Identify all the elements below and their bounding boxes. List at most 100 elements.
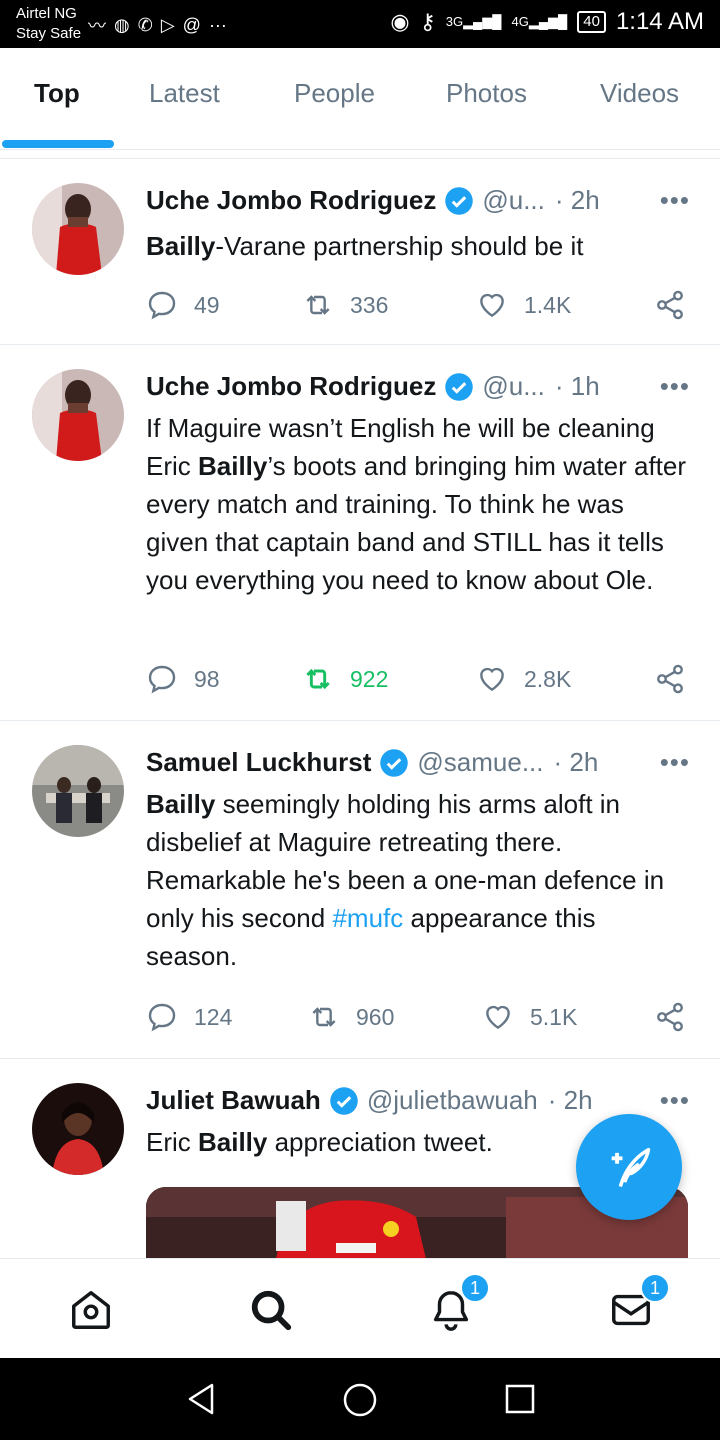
like-button[interactable]: 5.1K	[482, 1001, 577, 1033]
avatar[interactable]	[32, 745, 124, 837]
bold-term: Bailly	[146, 789, 216, 819]
display-name[interactable]: Uche Jombo Rodriguez	[146, 371, 436, 402]
battery-icon: 40	[577, 11, 606, 33]
bottom-navigation: 1 1	[0, 1258, 720, 1358]
avatar[interactable]	[32, 183, 124, 275]
tweet-time[interactable]: · 2h	[555, 185, 600, 216]
display-name[interactable]: Uche Jombo Rodriguez	[146, 185, 436, 216]
compose-feather-icon	[611, 1147, 651, 1187]
carrier-message: Stay Safe	[16, 25, 82, 42]
tweet-header: Uche Jombo Rodriguez @u... · 2h •••	[146, 185, 690, 216]
signal-4g-icon: 4G▂▄▆█	[511, 14, 568, 29]
play-store-icon: ▷	[160, 14, 175, 35]
recents-icon[interactable]	[504, 1383, 536, 1415]
tweet[interactable]: Samuel Luckhurst @samue... · 2h ••• Bail…	[0, 720, 720, 1058]
retweet-icon	[306, 295, 330, 315]
home-icon	[72, 1291, 110, 1329]
nav-home[interactable]	[68, 1287, 114, 1333]
like-button[interactable]: 1.4K	[476, 289, 571, 321]
user-handle[interactable]: @u...	[482, 185, 545, 216]
display-name[interactable]: Juliet Bawuah	[146, 1085, 321, 1116]
share-icon	[657, 290, 683, 320]
reply-button[interactable]: 124	[146, 1001, 232, 1033]
more-options-icon[interactable]: •••	[660, 1085, 690, 1116]
carrier-name: Airtel NG	[16, 5, 77, 22]
tab-latest[interactable]: Latest	[149, 78, 220, 109]
tweet-time[interactable]: · 1h	[555, 371, 600, 402]
display-name[interactable]: Samuel Luckhurst	[146, 747, 371, 778]
heart-icon	[480, 293, 504, 318]
avatar[interactable]	[32, 1083, 124, 1175]
nav-notifications[interactable]: 1	[428, 1273, 490, 1333]
share-button[interactable]	[654, 289, 686, 321]
clock: 1:14 AM	[615, 8, 704, 35]
like-button[interactable]: 2.8K	[476, 663, 571, 695]
retweet-icon	[306, 668, 330, 690]
key-icon: ⚷	[419, 9, 436, 34]
tab-top[interactable]: Top	[34, 78, 80, 109]
carrier-info: Airtel NG Stay Safe	[16, 4, 81, 44]
verified-badge-icon	[380, 748, 409, 777]
app-icon: ◍	[114, 14, 130, 35]
retweet-button[interactable]: 336	[302, 289, 388, 321]
retweet-icon	[312, 1007, 336, 1027]
home-circle-icon[interactable]	[342, 1382, 378, 1418]
more-options-icon[interactable]: •••	[660, 371, 690, 402]
retweet-count: 922	[350, 665, 389, 692]
avatar[interactable]	[32, 369, 124, 461]
user-handle[interactable]: @u...	[482, 371, 545, 402]
at-icon: @	[182, 14, 201, 35]
share-icon	[657, 1002, 683, 1032]
more-options-icon[interactable]: •••	[660, 185, 690, 216]
tweet[interactable]: Uche Jombo Rodriguez @u... · 2h ••• Bail…	[0, 158, 720, 344]
notification-icons: 〰 ◍ ✆ ▷ @ ···	[88, 12, 227, 38]
tweet-feed[interactable]: Uche Jombo Rodriguez @u... · 2h ••• Bail…	[0, 150, 720, 1258]
tab-photos[interactable]: Photos	[446, 78, 527, 109]
hashtag-link[interactable]: #mufc	[332, 903, 403, 933]
user-handle[interactable]: @samue...	[417, 747, 543, 778]
reply-count: 124	[194, 1003, 233, 1030]
more-options-icon[interactable]: •••	[660, 747, 690, 778]
share-button[interactable]	[654, 1001, 686, 1033]
messages-badge: 1	[640, 1273, 670, 1303]
tab-people[interactable]: People	[294, 78, 375, 109]
tweet-actions: 98 922 2.8K	[146, 663, 692, 703]
retweet-count: 960	[356, 1003, 395, 1030]
activity-icon: 〰	[88, 16, 106, 36]
nav-messages[interactable]: 1	[608, 1273, 670, 1333]
status-bar: Airtel NG Stay Safe 〰 ◍ ✆ ▷ @ ··· ◉ ⚷ 3G…	[0, 0, 720, 48]
tweet-header: Samuel Luckhurst @samue... · 2h •••	[146, 747, 690, 778]
retweet-button[interactable]: 960	[308, 1001, 394, 1033]
reply-icon	[148, 291, 176, 320]
bold-term: Bailly	[198, 1127, 268, 1157]
like-count: 5.1K	[530, 1003, 578, 1030]
eye-icon: ◉	[390, 9, 410, 34]
compose-tweet-button[interactable]	[576, 1114, 682, 1220]
bold-term: Bailly	[198, 451, 268, 481]
system-navigation-bar	[0, 1358, 720, 1440]
system-status: ◉ ⚷ 3G▂▄▆█ 4G▂▄▆█ 40 1:14 AM	[390, 8, 704, 36]
tweet-time[interactable]: · 2h	[548, 1085, 593, 1116]
tweet-header: Uche Jombo Rodriguez @u... · 1h •••	[146, 371, 690, 402]
verified-badge-icon	[330, 1086, 358, 1115]
notifications-badge: 1	[460, 1273, 490, 1303]
reply-button[interactable]: 98	[146, 663, 220, 695]
reply-button[interactable]: 49	[146, 289, 220, 321]
retweet-count: 336	[350, 291, 389, 318]
user-handle[interactable]: @julietbawuah	[367, 1085, 538, 1116]
tab-videos[interactable]: Videos	[600, 78, 679, 109]
reply-count: 49	[194, 291, 220, 318]
bold-term: Bailly	[146, 231, 216, 261]
back-icon[interactable]	[184, 1382, 218, 1416]
tweet-header: Juliet Bawuah @julietbawuah · 2h •••	[146, 1085, 690, 1116]
reply-icon	[148, 665, 176, 694]
retweet-button[interactable]: 922	[302, 663, 388, 695]
verified-badge-icon	[445, 372, 474, 401]
share-button[interactable]	[654, 663, 686, 695]
tweet-time[interactable]: · 2h	[554, 747, 599, 778]
heart-icon	[486, 1005, 510, 1030]
nav-search[interactable]	[248, 1287, 294, 1333]
tweet-actions: 124 960 5.1K	[146, 1001, 692, 1041]
tweet[interactable]: Uche Jombo Rodriguez @u... · 1h ••• If M…	[0, 344, 720, 720]
heart-icon	[480, 667, 504, 692]
